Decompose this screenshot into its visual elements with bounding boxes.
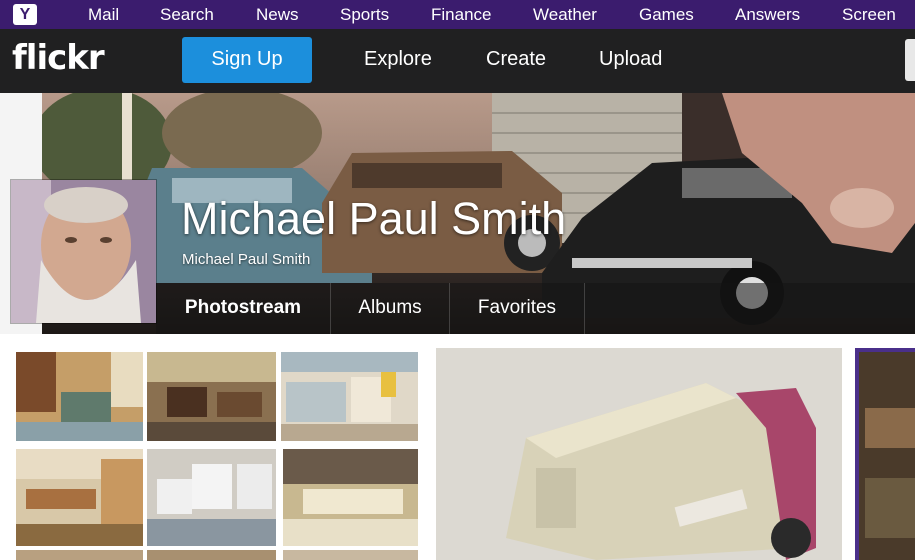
yahoo-link-games[interactable]: Games	[639, 5, 694, 25]
yahoo-logo-icon[interactable]: Y	[13, 4, 37, 25]
yahoo-link-search[interactable]: Search	[160, 5, 214, 25]
thumb-image	[281, 352, 418, 441]
album-thumb[interactable]	[283, 550, 418, 560]
yahoo-link-screen[interactable]: Screen	[842, 5, 896, 25]
tab-photostream[interactable]: Photostream	[156, 283, 330, 334]
yahoo-link-news[interactable]: News	[256, 5, 299, 25]
thumb-image	[16, 352, 143, 441]
yahoo-link-mail[interactable]: Mail	[88, 5, 119, 25]
search-box-edge[interactable]	[905, 39, 915, 81]
yahoo-link-answers[interactable]: Answers	[735, 5, 800, 25]
nav-create[interactable]: Create	[486, 48, 546, 71]
tab-albums[interactable]: Albums	[331, 283, 449, 334]
thumb-image	[16, 449, 143, 546]
profile-avatar[interactable]	[11, 180, 156, 323]
featured-photo[interactable]	[436, 348, 842, 560]
album-thumb[interactable]	[16, 550, 143, 560]
yahoo-link-finance[interactable]: Finance	[431, 5, 491, 25]
nav-upload[interactable]: Upload	[599, 48, 662, 71]
yahoo-link-sports[interactable]: Sports	[340, 5, 389, 25]
flickr-header: flickr Sign Up Explore Create Upload	[0, 29, 915, 93]
yahoo-top-bar: Y Mail Search News Sports Finance Weathe…	[0, 0, 915, 29]
album-thumb[interactable]	[16, 449, 143, 546]
avatar-image	[11, 180, 156, 323]
album-thumb[interactable]	[147, 449, 276, 546]
flickr-logo[interactable]: flickr	[12, 38, 105, 78]
album-thumb[interactable]	[147, 352, 276, 441]
tab-divider	[584, 283, 585, 334]
album-thumb[interactable]	[147, 550, 276, 560]
next-photo-image	[859, 352, 915, 560]
profile-name: Michael Paul Smith	[181, 193, 567, 244]
thumb-image	[147, 352, 276, 441]
album-thumb[interactable]	[281, 352, 418, 441]
nav-explore[interactable]: Explore	[364, 48, 432, 71]
sign-up-button[interactable]: Sign Up	[182, 37, 312, 83]
truck-image	[436, 348, 842, 560]
yahoo-link-weather[interactable]: Weather	[533, 5, 597, 25]
tab-favorites[interactable]: Favorites	[450, 283, 584, 334]
next-photo[interactable]	[855, 348, 915, 560]
album-thumb[interactable]	[283, 449, 418, 546]
thumb-image	[283, 449, 418, 546]
profile-subtitle: Michael Paul Smith	[182, 251, 311, 268]
thumb-image	[147, 449, 276, 546]
album-thumb[interactable]	[16, 352, 143, 441]
profile-tab-bar: Photostream Albums Favorites	[156, 283, 915, 334]
